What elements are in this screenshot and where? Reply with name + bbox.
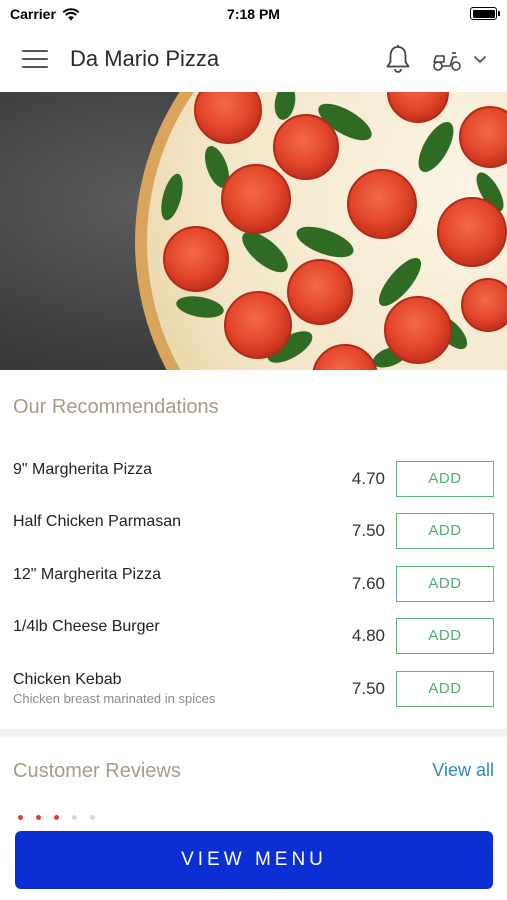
menu-item-row: 12" Margherita Pizza 7.60 ADD [0,566,507,618]
view-menu-button[interactable]: VIEW MENU [15,831,493,889]
view-all-link[interactable]: View all [432,760,494,781]
add-button[interactable]: ADD [396,618,494,654]
rating-stars [18,815,95,820]
section-divider [0,729,507,737]
add-button[interactable]: ADD [396,566,494,602]
pizza-photo [0,92,507,370]
menu-icon[interactable] [22,50,48,70]
menu-item-description: Chicken breast marinated in spices [13,691,216,706]
menu-item-price: 4.70 [351,469,385,488]
star-icon [72,815,77,820]
menu-item-price: 7.50 [351,679,385,698]
chevron-down-icon[interactable] [472,53,488,67]
recommendations-title: Our Recommendations [13,396,219,418]
hero-pizza-image [0,92,507,370]
star-icon [54,815,59,820]
battery-icon [470,7,500,20]
menu-item-price: 4.80 [351,626,385,645]
add-button[interactable]: ADD [396,671,494,707]
menu-item-name: 9" Margherita Pizza [13,461,153,478]
menu-item-price: 7.50 [351,521,385,540]
star-icon [18,815,23,820]
status-time: 7:18 PM [227,6,280,22]
star-icon [36,815,41,820]
menu-item-name: Chicken Kebab [13,671,122,688]
add-button[interactable]: ADD [396,461,494,497]
menu-item-name: Half Chicken Parmasan [13,513,182,530]
reviews-title: Customer Reviews [13,760,181,782]
add-button[interactable]: ADD [396,513,494,549]
status-bar: Carrier 7:18 PM [0,0,507,28]
menu-item-row: 9" Margherita Pizza 4.70 ADD [0,461,507,513]
bell-icon[interactable] [384,44,412,74]
page-title: Da Mario Pizza [70,46,220,71]
menu-item-name: 1/4lb Cheese Burger [13,618,160,635]
menu-item-row: 1/4lb Cheese Burger 4.80 ADD [0,618,507,670]
scooter-icon[interactable] [431,48,463,72]
star-icon [90,815,95,820]
menu-item-row: Half Chicken Parmasan 7.50 ADD [0,513,507,565]
menu-item-row: Chicken Kebab Chicken breast marinated i… [0,671,507,723]
app-header: Da Mario Pizza [0,28,507,92]
menu-item-price: 7.60 [351,574,385,593]
menu-item-name: 12" Margherita Pizza [13,566,161,583]
